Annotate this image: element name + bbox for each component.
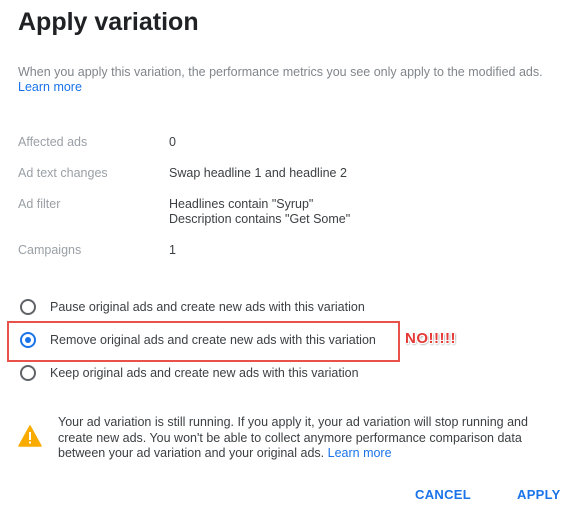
apply-button[interactable]: APPLY xyxy=(517,487,561,502)
option-label[interactable]: Keep original ads and create new ads wit… xyxy=(50,366,359,380)
dialog-title: Apply variation xyxy=(18,8,199,36)
detail-value: Headlines contain "Syrup" Description co… xyxy=(169,197,549,227)
detail-label: Ad text changes xyxy=(18,166,108,180)
ad-filter-description: Description contains "Get Some" xyxy=(169,212,351,226)
warning-message: Your ad variation is still running. If y… xyxy=(58,415,558,462)
option-label[interactable]: Pause original ads and create new ads wi… xyxy=(50,300,365,314)
radio-button[interactable] xyxy=(20,299,36,315)
warning-text: Your ad variation is still running. If y… xyxy=(58,415,528,460)
annotation-no-label: NO!!!!! xyxy=(405,330,456,347)
intro-learn-more-link[interactable]: Learn more xyxy=(18,80,82,94)
detail-value: Swap headline 1 and headline 2 xyxy=(169,166,347,180)
intro-text: When you apply this variation, the perfo… xyxy=(18,65,573,95)
radio-button-selected[interactable] xyxy=(20,332,36,348)
option-label[interactable]: Remove original ads and create new ads w… xyxy=(50,333,376,347)
warning-icon xyxy=(18,425,42,447)
detail-label: Ad filter xyxy=(18,197,61,211)
ad-filter-headlines: Headlines contain "Syrup" xyxy=(169,197,314,211)
cancel-button[interactable]: CANCEL xyxy=(415,487,471,502)
detail-label: Campaigns xyxy=(18,243,82,257)
detail-value: 1 xyxy=(169,243,176,257)
detail-label: Affected ads xyxy=(18,135,88,149)
radio-button[interactable] xyxy=(20,365,36,381)
detail-value: 0 xyxy=(169,135,176,149)
intro-description: When you apply this variation, the perfo… xyxy=(18,65,543,79)
warning-learn-more-link[interactable]: Learn more xyxy=(328,446,392,460)
